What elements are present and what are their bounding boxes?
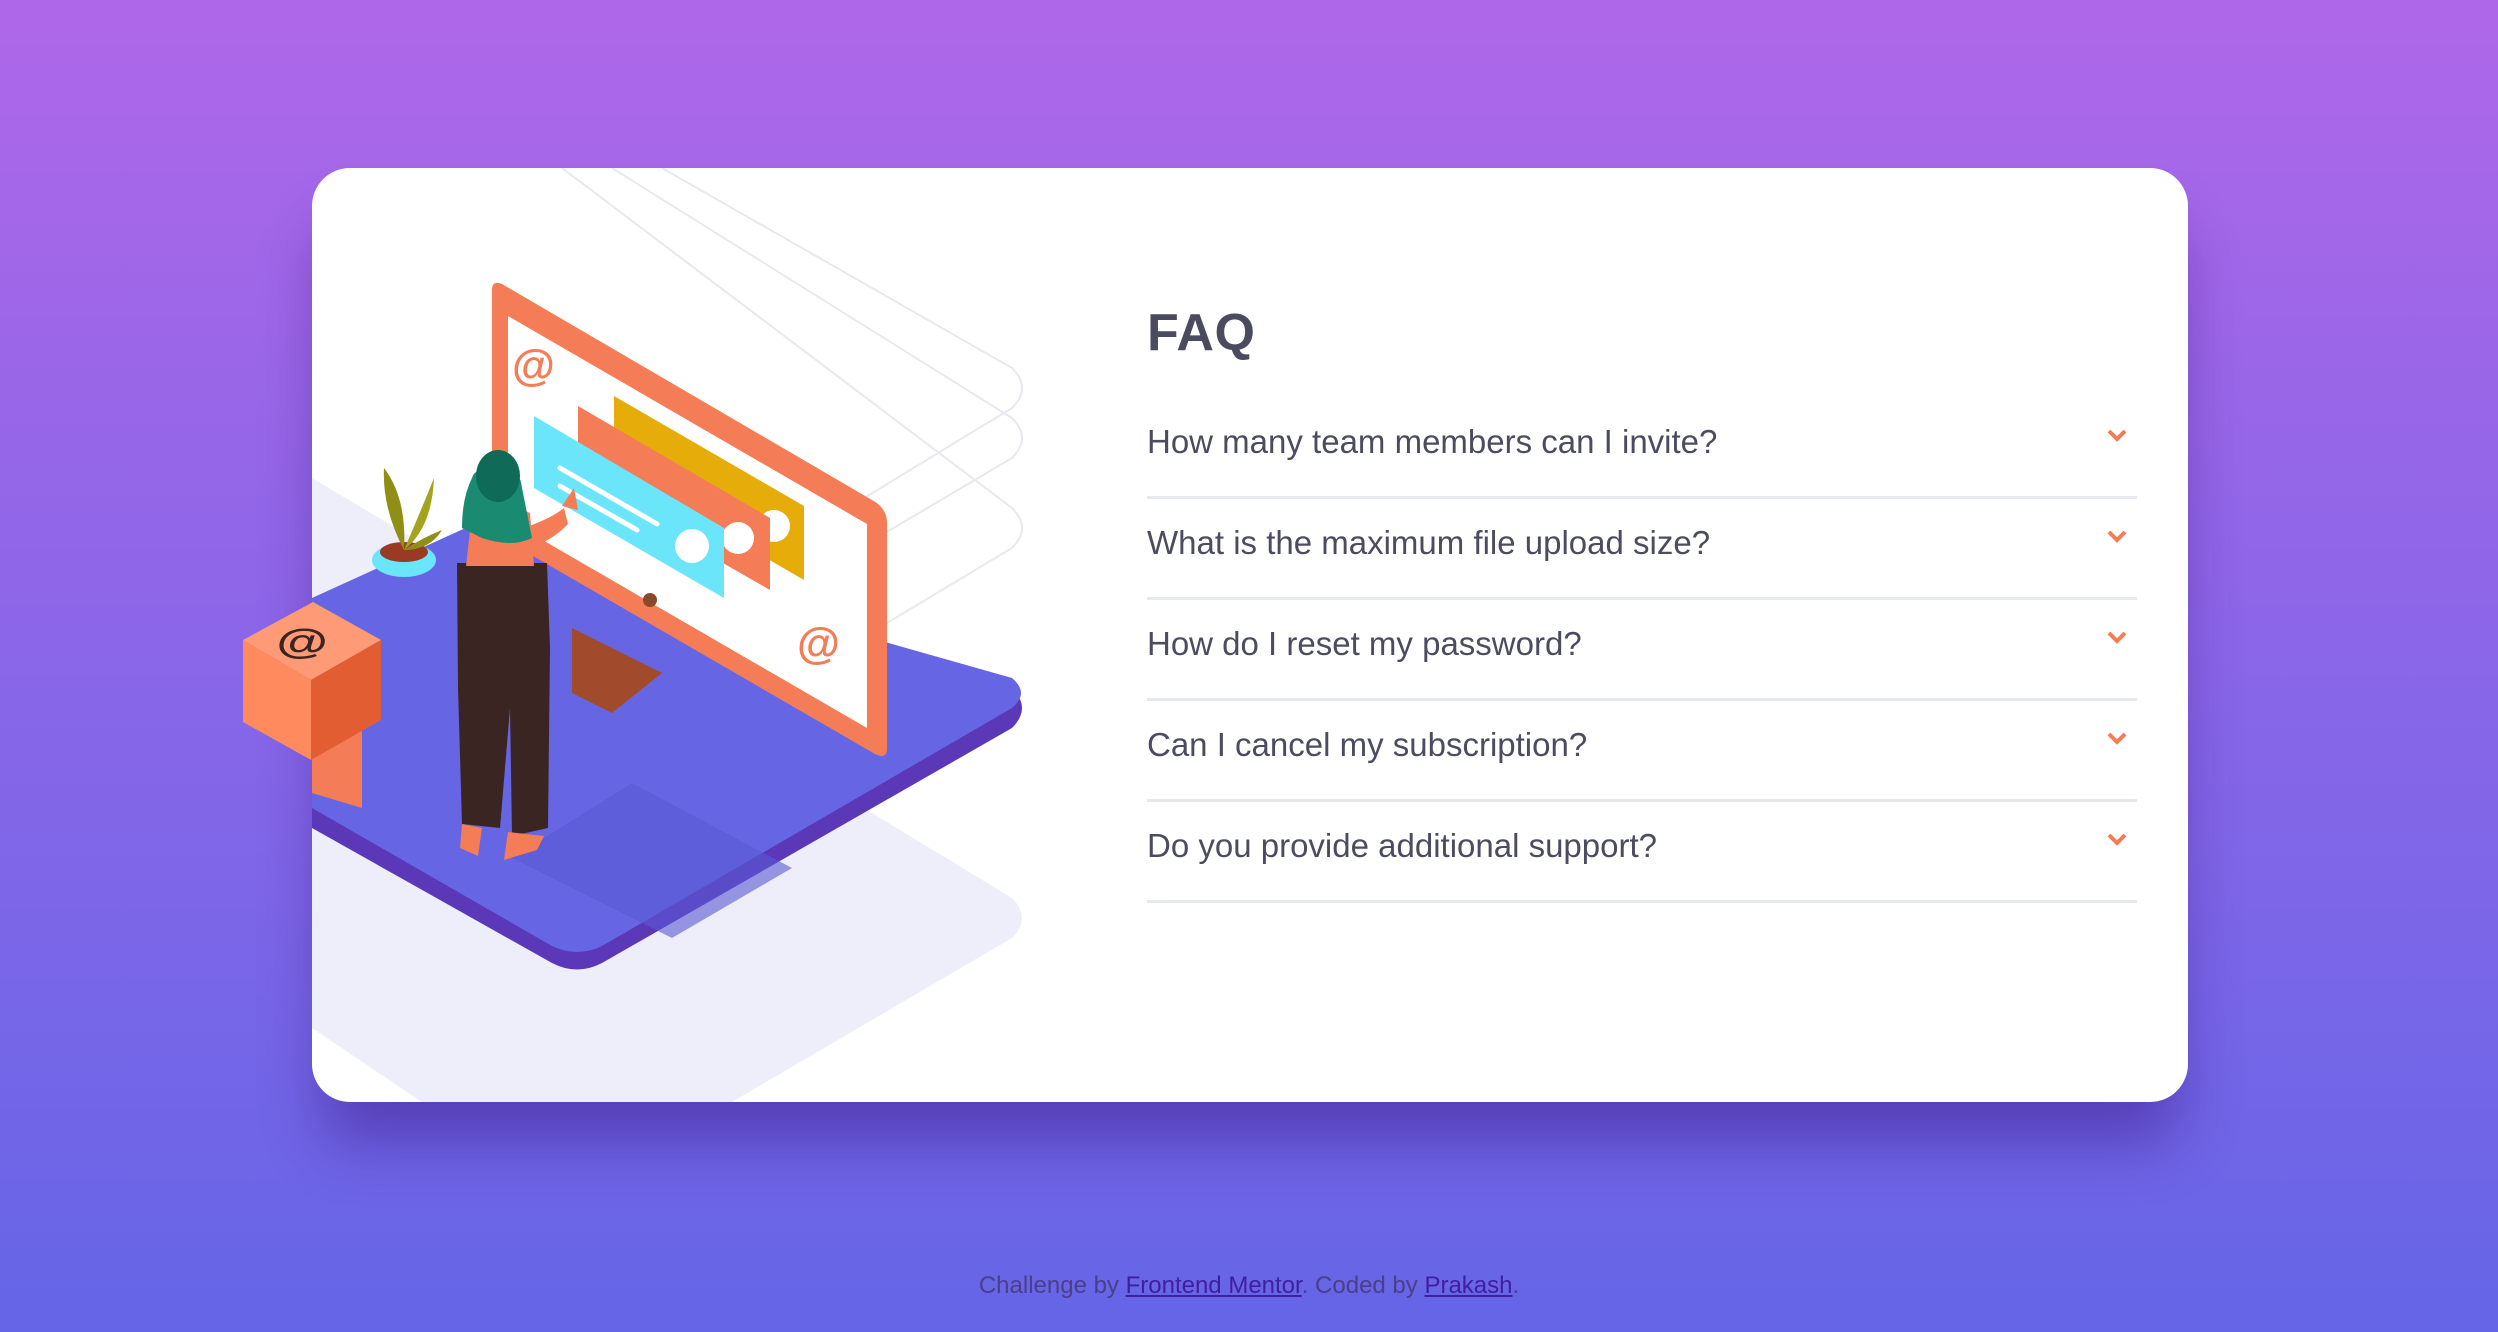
chevron-down-icon[interactable]	[2107, 833, 2127, 847]
faq-question: Do you provide additional support?	[1147, 827, 1658, 864]
box-illustration: @	[243, 602, 381, 760]
author-link[interactable]: Prakash	[1424, 1272, 1512, 1299]
faq-question: Can I cancel my subscription?	[1147, 726, 1588, 763]
faq-item-cancel-subscription[interactable]: Can I cancel my subscription?	[1147, 701, 2137, 802]
faq-question: How do I reset my password?	[1147, 625, 1582, 662]
chevron-down-icon[interactable]	[2107, 530, 2127, 544]
faq-item-upload-size[interactable]: What is the maximum file upload size?	[1147, 499, 2137, 600]
attribution-suffix: .	[1512, 1272, 1520, 1299]
monitor-at-symbol-top: @	[512, 341, 555, 390]
frontend-mentor-link[interactable]: Frontend Mentor	[1126, 1272, 1302, 1299]
faq-list: How many team members can I invite? What…	[1147, 398, 2137, 903]
faq-item-reset-password[interactable]: How do I reset my password?	[1147, 600, 2137, 701]
chevron-down-icon[interactable]	[2107, 429, 2127, 443]
faq-item-additional-support[interactable]: Do you provide additional support?	[1147, 802, 2137, 903]
faq-panel: FAQ How many team members can I invite? …	[1147, 298, 2137, 903]
woman-online-illustration: @ @	[312, 168, 1023, 1102]
faq-title: FAQ	[1147, 304, 1256, 362]
attribution: Challenge by Frontend Mentor. Coded by P…	[0, 1272, 2498, 1300]
attribution-middle: . Coded by	[1301, 1272, 1425, 1299]
chevron-down-icon[interactable]	[2107, 732, 2127, 746]
faq-card: @ @ @ FAQ How many team members can I in…	[243, 168, 2188, 1102]
faq-question: How many team members can I invite?	[1147, 423, 1718, 460]
chevron-down-icon[interactable]	[2107, 631, 2127, 645]
faq-question: What is the maximum file upload size?	[1147, 524, 1711, 561]
monitor-at-symbol-bottom: @	[797, 619, 840, 668]
attribution-prefix: Challenge by	[978, 1272, 1126, 1299]
faq-item-team-members[interactable]: How many team members can I invite?	[1147, 398, 2137, 499]
illustration-area: @ @	[312, 168, 1072, 1102]
box-at-symbol: @	[276, 621, 327, 661]
